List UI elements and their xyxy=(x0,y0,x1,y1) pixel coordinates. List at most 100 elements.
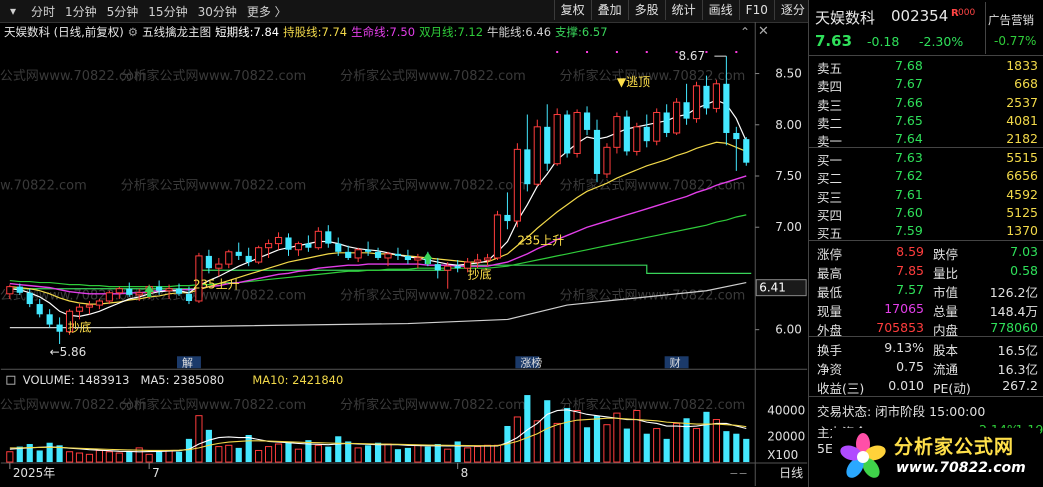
bottom-signal: 抄底 xyxy=(68,320,92,335)
candle-body xyxy=(524,149,531,185)
candle-body xyxy=(493,214,502,259)
y-tick-label: 7.50 xyxy=(775,169,802,183)
volume-bar xyxy=(115,452,123,463)
candle-body xyxy=(56,324,63,332)
candle-body xyxy=(345,251,352,258)
bid-row[interactable]: 买五 7.59 1370 xyxy=(809,222,1043,241)
zoom-minus-icon[interactable]: −− xyxy=(729,467,747,480)
volume-bar xyxy=(65,451,74,463)
candle-body xyxy=(6,286,14,295)
bid-price: 7.61 xyxy=(895,186,923,202)
kline-chart[interactable]: 分析家公式网www.70822.com 分析家公式网www.70822.com 分析… xyxy=(0,22,808,486)
period-30min[interactable]: 30分钟 xyxy=(193,3,242,20)
volume-bar xyxy=(274,443,283,463)
candle-body xyxy=(85,304,94,308)
stat-label: PE(动) xyxy=(933,381,971,396)
bottom-tab-daily[interactable]: 日线 xyxy=(779,466,803,480)
ask-price: 7.65 xyxy=(895,112,923,128)
watermark-text: 分析家公式网www.70822.com xyxy=(121,397,307,413)
volume-bar xyxy=(156,451,163,463)
watermark-text: 分析家公式网www.70822.com xyxy=(340,287,526,303)
volume-bar xyxy=(185,438,193,463)
candle-body xyxy=(135,292,143,296)
bid-label: 买三 xyxy=(817,189,843,205)
stat-row: 换手 9.13% 股本 16.5亿 xyxy=(809,339,1043,358)
candle-body xyxy=(126,288,133,295)
period-more[interactable]: 更多 〉 xyxy=(242,3,292,20)
stock-code: 002354 xyxy=(891,7,949,25)
logo-url: www.70822.com xyxy=(896,460,1026,476)
volume-bar xyxy=(46,442,53,463)
toolbar-button[interactable]: F10 xyxy=(738,0,774,20)
candle-body xyxy=(533,126,541,185)
bid-row[interactable]: 买四 7.60 5125 xyxy=(809,204,1043,223)
candle-body xyxy=(314,230,322,249)
volume-bar xyxy=(564,407,571,463)
toolbar-button[interactable]: 叠加 xyxy=(590,0,628,20)
stat-row: 现量 17065 总量 148.4万 xyxy=(809,300,1043,319)
stat-value: 148.4万 xyxy=(989,304,1038,319)
buy-arrow-icon xyxy=(422,252,433,265)
candle-body xyxy=(75,306,84,312)
signal-dot xyxy=(675,51,678,54)
stat-label: 最低 xyxy=(817,285,843,300)
volume-bar xyxy=(613,412,621,463)
candle-body xyxy=(583,112,591,130)
y-tick-label: 7.00 xyxy=(775,220,802,234)
candle-body xyxy=(434,264,441,271)
candle-body xyxy=(115,288,123,294)
trade-status: 交易状态: 闭市阶段 15:00:00 xyxy=(817,404,986,419)
volume-bar xyxy=(743,438,750,463)
toolbar-button[interactable]: 统计 xyxy=(664,0,702,20)
stat-value: 0.75 xyxy=(896,359,924,374)
candle-body xyxy=(454,266,461,269)
ask-row[interactable]: 卖三 7.66 2537 xyxy=(809,94,1043,113)
volume-bar xyxy=(105,451,113,463)
volume-ma5-label: MA5: 2385080 xyxy=(141,373,225,387)
candle-body xyxy=(593,129,601,174)
dropdown-icon[interactable]: ▾ xyxy=(0,3,26,19)
bid-row[interactable]: 买二 7.62 6656 xyxy=(809,167,1043,186)
toolbar-button[interactable]: 画线 xyxy=(701,0,739,20)
ask-row[interactable]: 卖二 7.65 4081 xyxy=(809,112,1043,131)
period-1min[interactable]: 1分钟 xyxy=(60,3,102,20)
volume-y-tick-label: 40000 xyxy=(767,404,805,418)
signal-dot xyxy=(586,51,589,54)
stat-value: 0.58 xyxy=(1010,263,1038,278)
uptrend-235-signal: 235上升 xyxy=(517,234,564,248)
ask-row[interactable]: 卖一 7.64 2182 xyxy=(809,130,1043,149)
bid-row[interactable]: 买三 7.61 4592 xyxy=(809,186,1043,205)
volume-bar xyxy=(573,410,581,463)
bid-row[interactable]: 买一 7.63 5515 xyxy=(809,149,1043,168)
stat-value: 7.57 xyxy=(896,282,924,297)
volume-bar xyxy=(683,418,690,463)
signal-dot xyxy=(556,51,559,54)
ask-row[interactable]: 卖五 7.68 1833 xyxy=(809,57,1043,76)
ask-price: 7.64 xyxy=(895,131,923,147)
toolbar-button[interactable]: 逐分 xyxy=(773,0,811,20)
volume-bar xyxy=(36,450,43,463)
volume-bar xyxy=(26,444,33,463)
volume-bar xyxy=(454,441,461,463)
candle-body xyxy=(165,288,173,292)
candle-body xyxy=(26,292,33,305)
period-tick[interactable]: 分时 xyxy=(26,3,60,20)
stat-label: 收益(三) xyxy=(817,381,865,396)
toolbar-button[interactable]: 多股 xyxy=(627,0,665,20)
ask-row[interactable]: 卖四 7.67 668 xyxy=(809,75,1043,94)
stat-label: 跌停 xyxy=(933,247,959,262)
watermark-text: 分析家公式网www.70822.com xyxy=(121,178,307,194)
volume-bar xyxy=(712,419,721,463)
watermark-text: 分析家公式网www.70822.com xyxy=(560,397,746,413)
volume-bar xyxy=(165,449,173,463)
candle-body xyxy=(692,85,701,120)
candle-body xyxy=(285,237,292,250)
period-15min[interactable]: 15分钟 xyxy=(143,3,192,20)
candle-body xyxy=(613,116,621,148)
ask-price: 7.68 xyxy=(895,58,923,73)
volume-bar xyxy=(414,444,422,463)
toolbar-button[interactable]: 复权 xyxy=(553,0,591,20)
candle-body xyxy=(544,126,551,164)
period-5min[interactable]: 5分钟 xyxy=(102,3,144,20)
candle-body xyxy=(513,148,521,222)
